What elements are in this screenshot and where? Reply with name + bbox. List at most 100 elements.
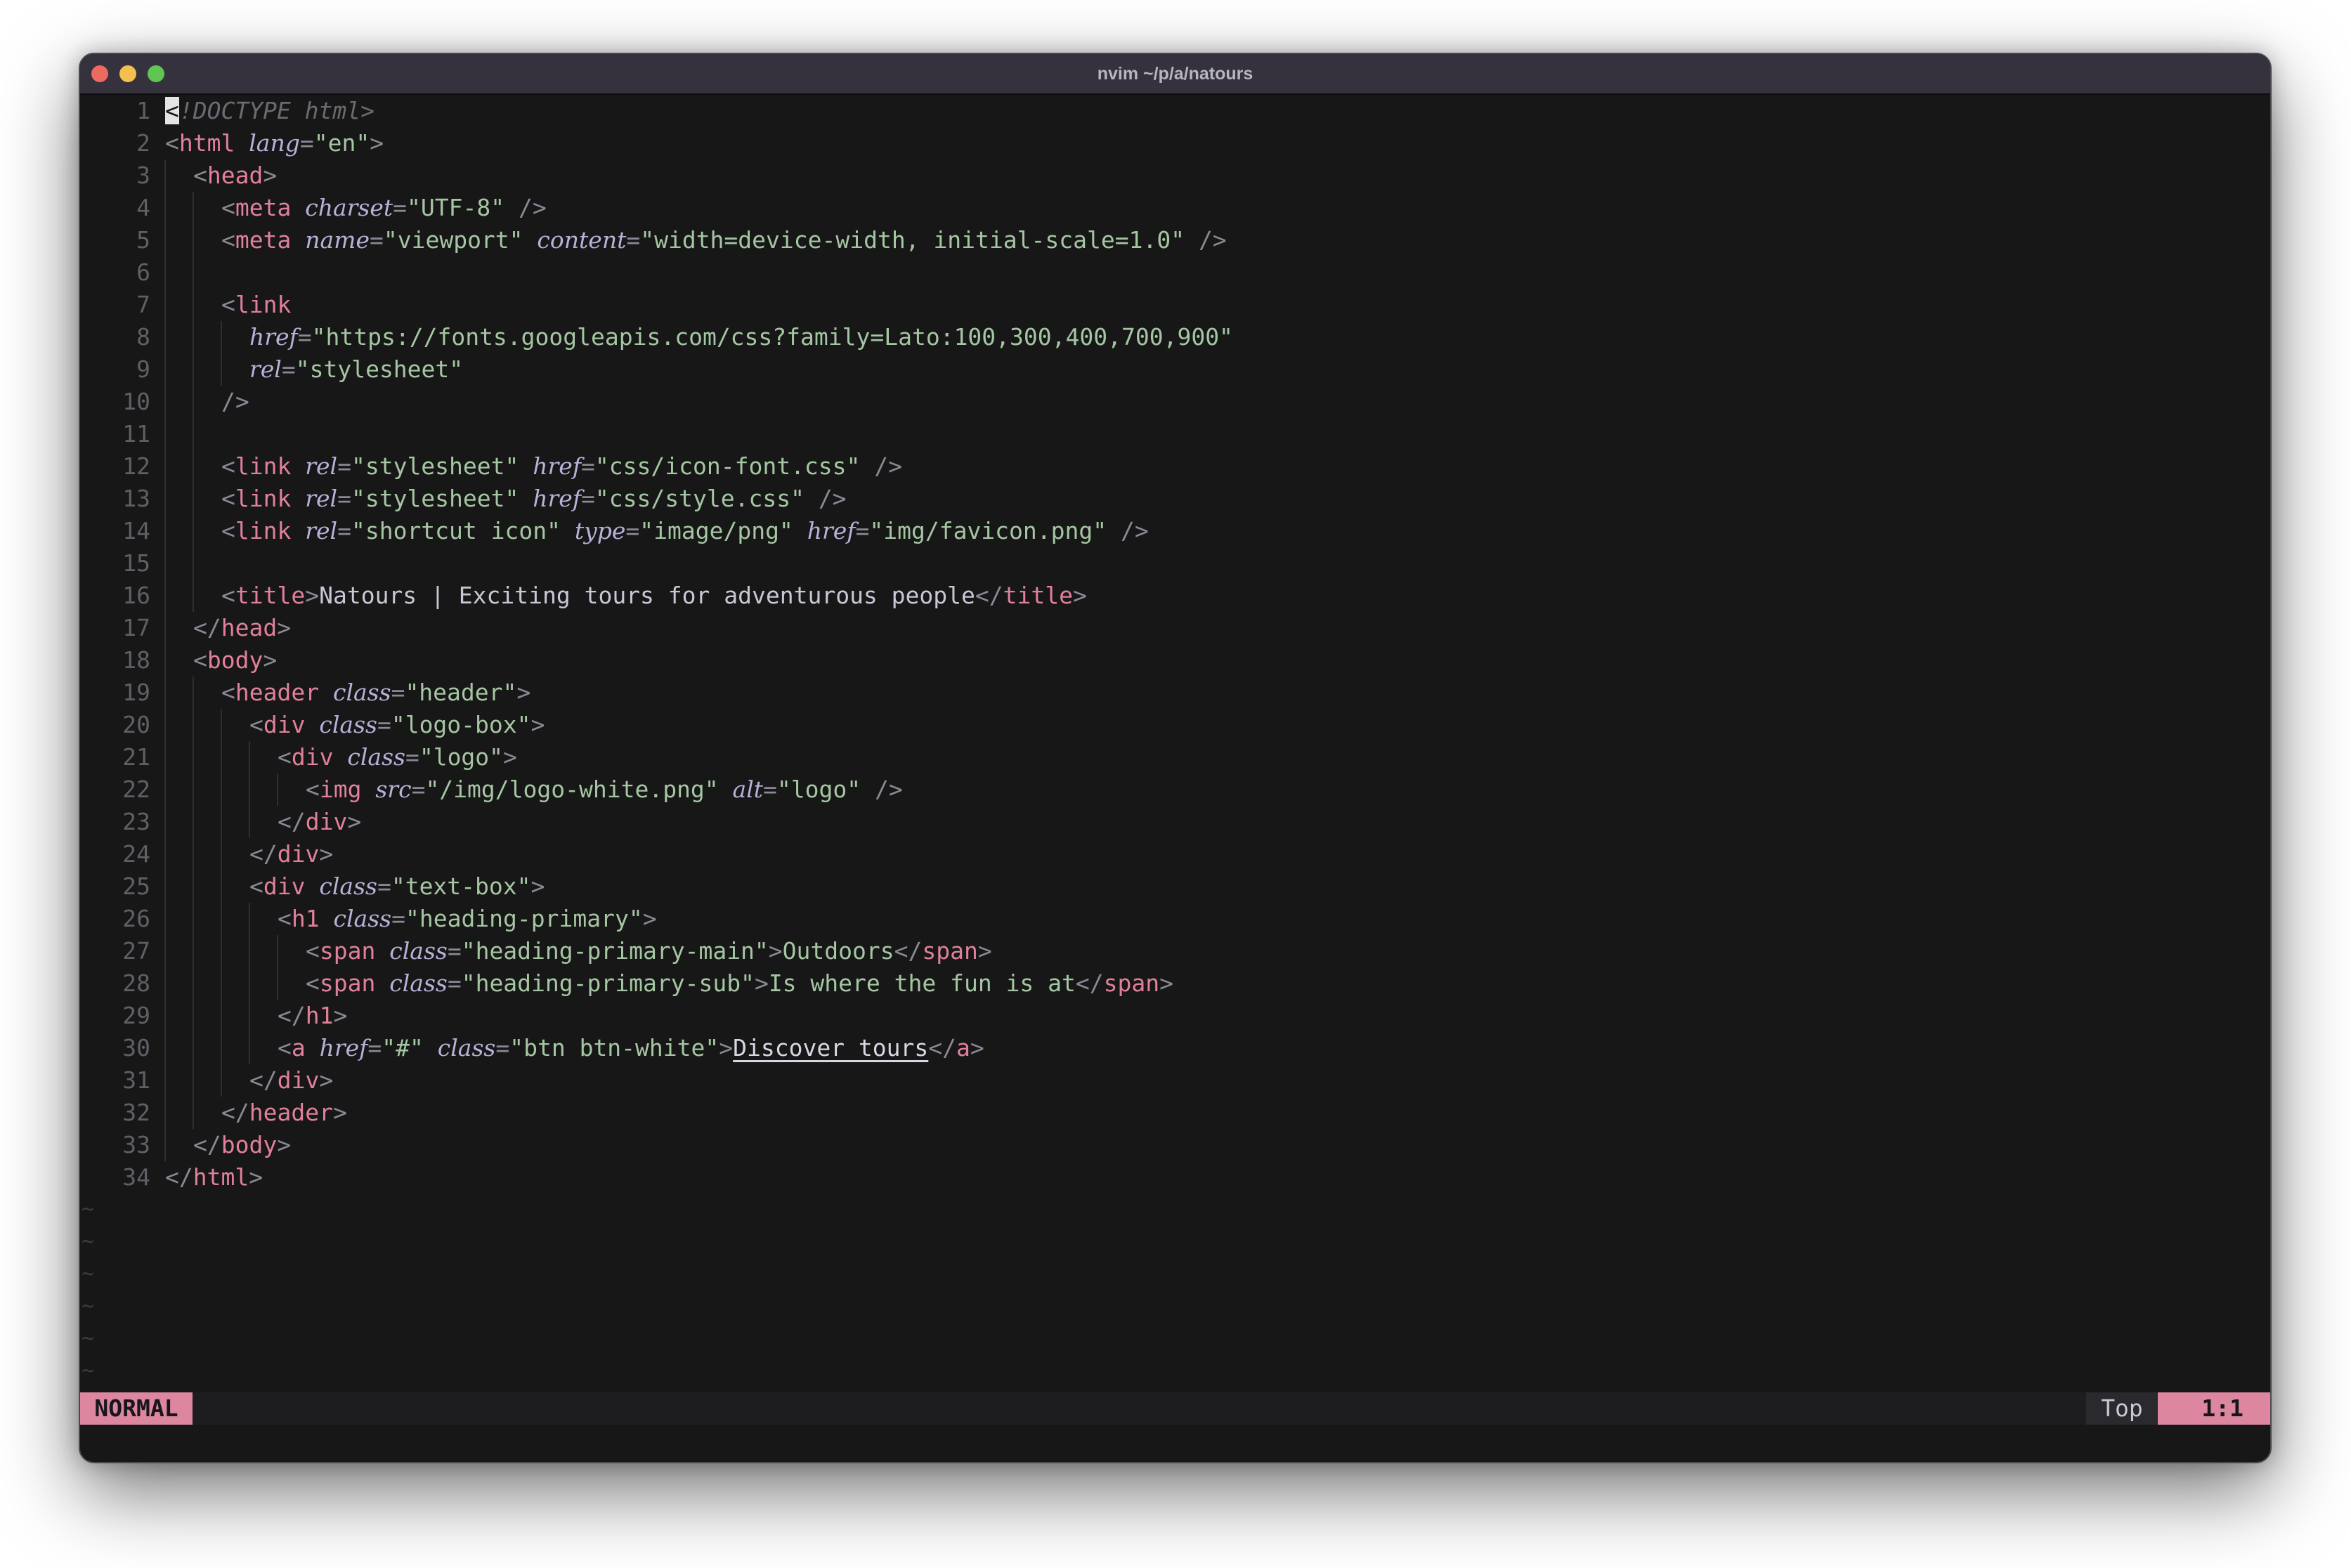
code-text: <link rel="stylesheet" href="css/icon-fo… (221, 450, 902, 483)
string-token: "https://fonts.googleapis.com/css?family… (311, 323, 1233, 351)
punctuation-token: < (249, 711, 263, 738)
code-line[interactable]: 24 </div> (80, 838, 2270, 870)
code-line[interactable]: 20 <div class="logo-box"> (80, 709, 2270, 741)
code-text: <body> (193, 644, 277, 677)
code-line[interactable]: 10 /> (80, 386, 2270, 418)
tag-token: meta (235, 194, 292, 221)
code-editor[interactable]: 1 <!DOCTYPE html> 2 <html lang="en"> 3 <head>… (80, 95, 2270, 1394)
attribute-token: alt (732, 776, 764, 803)
title-bar[interactable]: nvim ~/p/a/natours (80, 54, 2270, 95)
code-line[interactable]: 12 <link rel="stylesheet" href="css/icon-… (80, 450, 2270, 483)
operator-token: = (393, 194, 408, 221)
punctuation-token: < (306, 776, 320, 803)
link-text-token: Discover tours (733, 1034, 929, 1061)
operator-token: = (405, 743, 419, 771)
attribute-token: content (537, 226, 627, 254)
operator-token: = (763, 776, 777, 803)
code-line[interactable]: 21 <div class="logo"> (80, 741, 2270, 773)
code-line[interactable]: 33 </body> (80, 1129, 2270, 1161)
punctuation-token: < (165, 129, 179, 157)
code-line[interactable]: 13 <link rel="stylesheet" href="css/style… (80, 483, 2270, 515)
punctuation-token: > (977, 937, 992, 965)
line-number: 19 (122, 679, 150, 706)
code-line[interactable]: 28 <span class="heading-primary-sub">Is w… (80, 967, 2270, 1000)
code-line[interactable]: 15 (80, 547, 2270, 580)
code-text: <link (221, 289, 291, 321)
attribute-token: rel (249, 355, 282, 383)
tag-token: head (207, 162, 263, 189)
code-line[interactable]: 32 </header> (80, 1097, 2270, 1129)
punctuation-token: < (221, 582, 235, 609)
code-line[interactable]: 34 </html> (80, 1161, 2270, 1194)
code-line[interactable]: 3 <head> (80, 159, 2270, 192)
code-line[interactable]: 2 <html lang="en"> (80, 127, 2270, 159)
code-line[interactable]: 26 <h1 class="heading-primary"> (80, 903, 2270, 935)
status-line: NORMAL index.html utf-8 | unix | html To… (80, 1392, 2270, 1462)
code-line[interactable]: 17 </head> (80, 612, 2270, 644)
code-line[interactable]: 22 <img src="/img/logo-white.png" alt="lo… (80, 773, 2270, 806)
punctuation-token: < (193, 646, 207, 674)
punctuation-token: < (221, 194, 235, 221)
code-line[interactable]: 31 </div> (80, 1064, 2270, 1097)
tag-token: header (249, 1099, 333, 1126)
code-text: </html> (165, 1161, 263, 1194)
code-line[interactable]: 4 <meta charset="UTF-8" /> (80, 192, 2270, 224)
empty-line-marker: ~ (82, 1294, 95, 1319)
code-line[interactable]: 14 <link rel="shortcut icon" type="image/… (80, 515, 2270, 547)
tag-token: div (263, 711, 306, 738)
code-line[interactable]: 27 <span class="heading-primary-main">Out… (80, 935, 2270, 967)
punctuation-token: </ (975, 582, 1003, 609)
empty-line-marker: ~ (82, 1262, 95, 1286)
tag-token: div (263, 873, 306, 900)
line-number: 28 (122, 969, 150, 997)
tag-token: body (221, 1131, 278, 1158)
attribute-token: lang (249, 129, 300, 157)
code-text: <!DOCTYPE html> (165, 95, 375, 127)
code-line[interactable]: 7 <link (80, 289, 2270, 321)
text-cursor: < (165, 97, 179, 124)
code-line[interactable]: 23 </div> (80, 806, 2270, 838)
tag-token: link (235, 291, 292, 318)
line-number: 15 (122, 549, 150, 577)
code-line[interactable]: 18 <body> (80, 644, 2270, 677)
code-text: <header class="header"> (221, 677, 530, 709)
cursor-position: 1:1 (2158, 1392, 2270, 1425)
punctuation-token: > (333, 1002, 348, 1029)
punctuation-token: </ (928, 1034, 957, 1061)
tag-token: span (319, 969, 376, 997)
code-line[interactable]: 5 <meta name="viewport" content="width=de… (80, 224, 2270, 256)
code-line[interactable]: 19 <header class="header"> (80, 677, 2270, 709)
code-line[interactable]: 11 (80, 418, 2270, 450)
punctuation-token: </ (278, 1002, 306, 1029)
punctuation-token: /> (818, 485, 847, 512)
code-line[interactable]: 1 <!DOCTYPE html> (80, 95, 2270, 127)
punctuation-token: > (1072, 582, 1087, 609)
indent-guide (164, 159, 166, 1161)
tag-token: h1 (305, 1002, 334, 1029)
punctuation-token: </ (249, 840, 278, 868)
indent-guide (221, 709, 222, 1097)
tag-token: link (235, 452, 292, 480)
code-line[interactable]: 25 <div class="text-box"> (80, 870, 2270, 903)
code-text: </head> (193, 612, 291, 644)
string-token: "#" (382, 1034, 424, 1061)
code-line[interactable]: 29 </h1> (80, 1000, 2270, 1032)
code-line[interactable]: 6 (80, 256, 2270, 289)
indent-guide (193, 677, 194, 1129)
code-line[interactable]: 16 <title>Natours | Exciting tours for ad… (80, 580, 2270, 612)
code-line[interactable]: 8 href="https://fonts.googleapis.com/css?… (80, 321, 2270, 353)
punctuation-token: > (754, 969, 769, 997)
code-text: </div> (278, 806, 361, 838)
code-line[interactable]: 30 <a href="#" class="btn btn-white">Disc… (80, 1032, 2270, 1064)
punctuation-token: > (530, 873, 545, 900)
code-line[interactable]: 9 rel="stylesheet" (80, 353, 2270, 386)
operator-token: = (391, 679, 405, 706)
